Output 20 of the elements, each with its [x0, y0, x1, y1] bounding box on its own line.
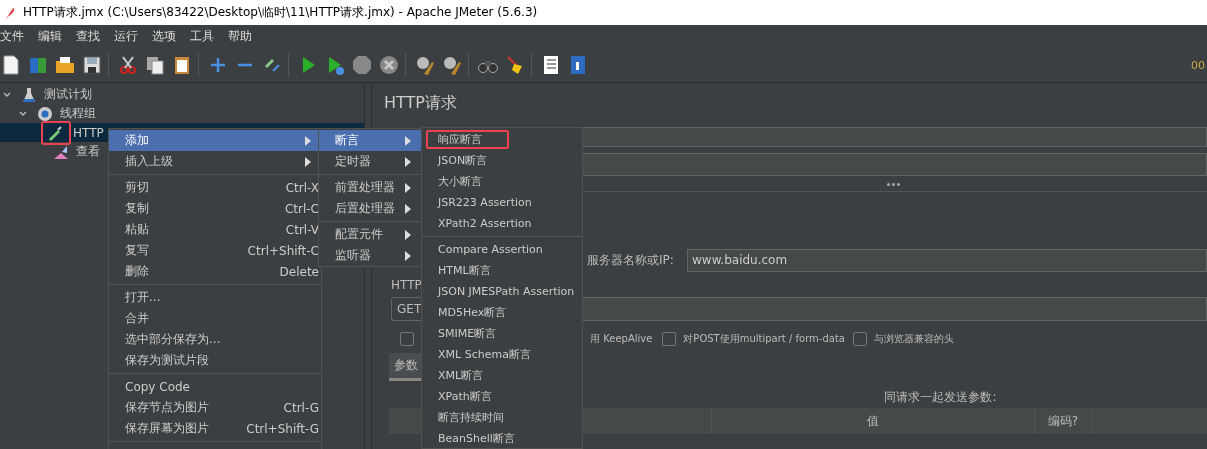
table-caption: 同请求一起发送参数: — [884, 389, 997, 405]
tree-label: HTTP — [73, 125, 104, 140]
panel-title: HTTP请求 — [384, 93, 458, 114]
shortcut-text: Ctrl-C — [284, 201, 320, 216]
shortcut-text: Ctrl+Shift-C — [247, 243, 320, 258]
tree-label: 线程组 — [60, 105, 96, 122]
shortcut-text: Ctrl+Shift-G — [246, 421, 320, 436]
group-label: HTTP — [391, 278, 422, 294]
server-label: 服务器名称或IP: — [587, 251, 675, 269]
shortcut-text: Ctrl-V — [285, 222, 320, 237]
window-title: HTTP请求.jmx (C:\Users\83422\Desktop\临时\11\HTTP请求.jmx) - Apache JMeter (5.6.3) — [23, 4, 538, 21]
checkbox-label: 与浏览器兼容的头 — [873, 332, 954, 346]
shortcut-text: Ctrl-X — [285, 180, 320, 195]
checkbox-label: 对POST使用multipart / form-data — [683, 332, 845, 346]
checkbox-label: 用 KeepAlive — [590, 332, 653, 346]
shortcut-text: Delete — [279, 264, 320, 279]
tree-label: 测试计划 — [44, 86, 92, 103]
shortcut-text: Ctrl-G — [283, 400, 320, 415]
tree-label: 查看 — [76, 143, 100, 160]
counter-text: 00 — [1191, 58, 1205, 72]
